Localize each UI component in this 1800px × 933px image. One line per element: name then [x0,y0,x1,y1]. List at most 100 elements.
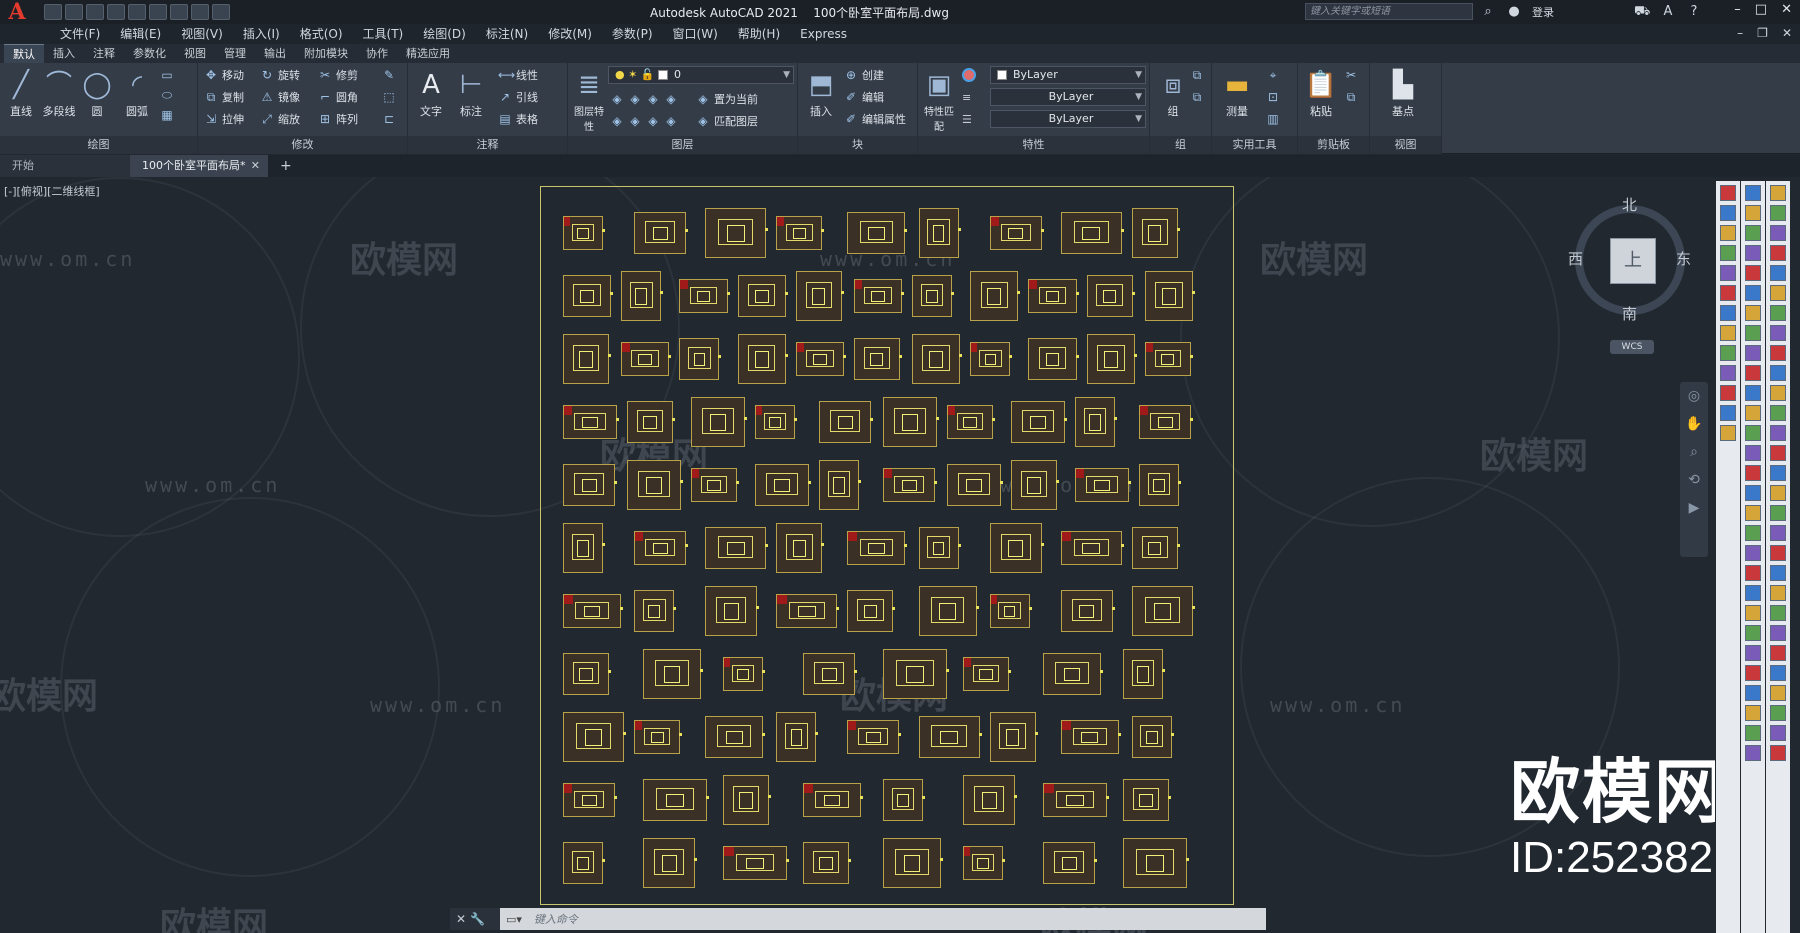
layer-on-icon[interactable]: ◈ [610,114,624,128]
layer-unisolate-icon[interactable]: ◈ [628,114,642,128]
floor-plan-thumbnail[interactable] [563,652,611,695]
floor-plan-thumbnail[interactable] [803,782,863,817]
floor-plan-thumbnail[interactable] [963,656,1011,691]
floor-plan-thumbnail[interactable] [563,841,605,884]
floor-plan-thumbnail[interactable] [755,463,811,506]
palette-tool-icon[interactable] [1770,705,1786,721]
palette-tool-icon[interactable] [1770,205,1786,221]
palette-tool-icon[interactable] [1745,585,1761,601]
palette-tool-icon[interactable] [1745,425,1761,441]
floor-plan-thumbnail[interactable] [918,715,982,758]
layers-panel-title[interactable]: 图层 [568,136,797,154]
floor-plan-thumbnail[interactable] [705,585,760,636]
save-as-icon[interactable] [107,4,125,20]
scale-button[interactable]: ⤢ 缩放 [260,109,300,129]
palette-tool-icon[interactable] [1745,365,1761,381]
close-icon[interactable]: ✕ [1781,2,1792,17]
autodesk-app-icon[interactable]: A [1660,4,1676,20]
block-panel-title[interactable]: 块 [798,136,917,154]
match-layer-button[interactable]: ◈ 匹配图层 [696,111,758,131]
floor-plan-thumbnail[interactable] [1075,396,1117,447]
cut-button[interactable]: ✂ [1344,65,1358,85]
cart-icon[interactable]: ⛟ [1634,4,1650,20]
palette-tool-icon[interactable] [1770,385,1786,401]
calculator-button[interactable]: ▥ [1266,109,1280,129]
palette-tool-icon[interactable] [1720,185,1736,201]
base-view-button[interactable]: ▙ 基点 [1384,67,1422,119]
menu-item[interactable]: 视图(V) [171,24,233,44]
rectangle-button[interactable]: ▭ [160,65,174,85]
palette-tool-icon[interactable] [1745,205,1761,221]
palette-tool-icon[interactable] [1770,245,1786,261]
menu-item[interactable]: 文件(F) [50,24,110,44]
floor-plan-thumbnail[interactable] [1123,648,1165,699]
stretch-button[interactable]: ⇲ 拉伸 [204,109,244,129]
palette-tool-icon[interactable] [1745,265,1761,281]
layer-lock-icon[interactable]: ◈ [664,92,678,106]
tab-collaborate[interactable]: 协作 [357,44,397,63]
floor-plan-thumbnail[interactable] [1060,530,1124,565]
edit-attribute-button[interactable]: ✐ 编辑属性 [844,109,906,129]
floor-plan-thumbnail[interactable] [1123,778,1171,821]
group-edit-button[interactable]: ⧉ [1190,87,1204,107]
ellipse-button[interactable]: ⬭ [160,85,174,105]
floor-plan-thumbnail[interactable] [1028,337,1079,380]
palette-tool-icon[interactable] [1770,545,1786,561]
orbit-icon[interactable]: ⟲ [1680,466,1708,494]
floor-plan-thumbnail[interactable] [795,270,844,321]
floor-plan-thumbnail[interactable] [847,589,896,632]
floor-plan-thumbnail[interactable] [1060,589,1115,632]
lineweight-dropdown[interactable]: ByLayer ▼ [990,110,1146,128]
tab-start[interactable]: 开始 [0,155,130,177]
floor-plan-thumbnail[interactable] [883,837,943,888]
doc-minimize-icon[interactable]: – [1737,26,1743,40]
user-icon[interactable]: ● [1506,4,1522,20]
floor-plan-thumbnail[interactable] [819,400,873,443]
menu-item[interactable]: Express [790,24,857,44]
floor-plan-thumbnail[interactable] [563,463,617,506]
palette-tool-icon[interactable] [1770,265,1786,281]
palette-tool-icon[interactable] [1770,185,1786,201]
floor-plan-thumbnail[interactable] [1028,278,1079,313]
floor-plan-thumbnail[interactable] [563,522,605,573]
linetype-dropdown[interactable]: ByLayer ▼ [990,88,1146,106]
command-settings-icon[interactable]: 🔧 [470,912,485,926]
floor-plan-thumbnail[interactable] [1144,270,1195,321]
menu-item[interactable]: 修改(M) [538,24,602,44]
tool-palette-2[interactable] [1741,181,1765,933]
polyline-button[interactable]: ⌒ 多段线 [40,67,78,119]
lineweight-icon[interactable]: ≡ [962,91,971,104]
floor-plan-thumbnail[interactable] [1131,207,1180,258]
print-icon[interactable] [170,4,188,20]
palette-tool-icon[interactable] [1720,405,1736,421]
minimize-icon[interactable]: – [1734,2,1741,17]
palette-tool-icon[interactable] [1745,745,1761,761]
viewcube[interactable]: 上 [1575,205,1685,315]
palette-tool-icon[interactable] [1745,605,1761,621]
palette-tool-icon[interactable] [1745,465,1761,481]
palette-tool-icon[interactable] [1770,585,1786,601]
floor-plan-thumbnail[interactable] [1011,459,1059,510]
floor-plan-thumbnail[interactable] [563,782,617,817]
redo-icon[interactable] [212,4,230,20]
doc-close-icon[interactable]: ✕ [1782,26,1792,40]
compass-east[interactable]: 东 [1676,248,1691,269]
tab-drawing[interactable]: 100个卧室平面布局* ✕ [130,155,268,177]
floor-plan-thumbnail[interactable] [883,467,937,502]
properties-panel-title[interactable]: 特性 [918,136,1149,154]
palette-tool-icon[interactable] [1720,365,1736,381]
color-wheel-icon[interactable] [962,68,976,82]
floor-plan-thumbnail[interactable] [1131,585,1195,636]
palette-tool-icon[interactable] [1745,705,1761,721]
palette-tool-icon[interactable] [1745,325,1761,341]
palette-tool-icon[interactable] [1770,525,1786,541]
floor-plan-thumbnail[interactable] [776,215,825,250]
undo-icon[interactable] [191,4,209,20]
palette-tool-icon[interactable] [1770,485,1786,501]
floor-plan-thumbnail[interactable] [776,711,819,762]
tool-palette-1[interactable] [1716,181,1740,933]
palette-tool-icon[interactable] [1745,545,1761,561]
layer-off-icon[interactable]: ◈ [610,92,624,106]
floor-plan-thumbnail[interactable] [1131,526,1180,569]
floor-plan-thumbnail[interactable] [705,715,766,758]
